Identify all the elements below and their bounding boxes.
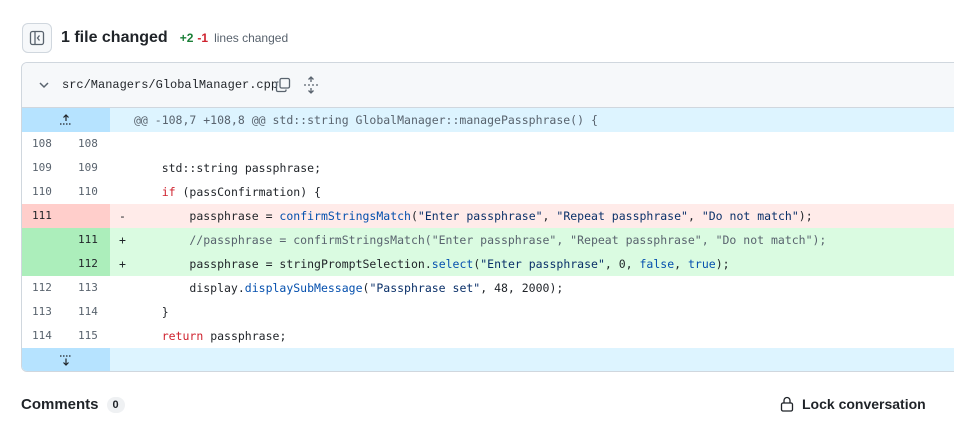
lock-icon [780, 396, 794, 412]
code-line: } [134, 305, 169, 319]
diff-line-row: 114 115 return passphrase; [22, 324, 954, 348]
diff-line-row: 110 110 if (passConfirmation) { [22, 180, 954, 204]
new-line-number[interactable] [66, 204, 110, 228]
expand-up-button[interactable] [22, 108, 110, 132]
code-line: passphrase = stringPromptSelection.selec… [189, 257, 730, 271]
diff-line-row: 112 + passphrase = stringPromptSelection.… [22, 252, 954, 276]
old-line-number[interactable] [22, 252, 66, 276]
lock-conversation-button[interactable]: Lock conversation [780, 396, 926, 412]
diff-line-row: 111 - passphrase = confirmStringsMatch("E… [22, 204, 954, 228]
diff-table: @@ -108,7 +108,8 @@ std::string GlobalMa… [22, 108, 954, 371]
comments-count-badge: 0 [106, 396, 125, 413]
expand-up-icon [60, 114, 72, 125]
old-line-number[interactable]: 110 [22, 180, 66, 204]
diff-line-row: 111 + //passphrase = confirmStringsMatch(… [22, 228, 954, 252]
sidebar-collapse-icon [29, 30, 45, 46]
new-line-number[interactable]: 108 [66, 132, 110, 156]
new-line-number[interactable]: 115 [66, 324, 110, 348]
diff-sign: + [119, 233, 126, 247]
old-line-number[interactable]: 111 [22, 204, 66, 228]
expand-down-icon [60, 355, 72, 366]
diff-sign: + [119, 257, 126, 271]
new-line-number[interactable]: 112 [66, 252, 110, 276]
code-line: display.displaySubMessage("Passphrase se… [189, 281, 564, 295]
old-line-number[interactable]: 109 [22, 156, 66, 180]
deletions-count: -1 [197, 31, 209, 45]
file-diff: src/Managers/GlobalManager.cpp @@ -108,7… [21, 62, 954, 372]
additions-count: +2 [179, 31, 194, 45]
code-line: //passphrase = confirmStringsMatch("Ente… [134, 233, 827, 247]
code-line: return passphrase; [161, 329, 287, 343]
file-header: src/Managers/GlobalManager.cpp [22, 63, 954, 108]
comments-title: Comments [21, 396, 99, 413]
files-changed-title: 1 file changed [61, 29, 168, 46]
hunk-footer-row [22, 348, 954, 371]
hunk-header-text: @@ -108,7 +108,8 @@ std::string GlobalMa… [134, 113, 598, 127]
old-line-number[interactable]: 108 [22, 132, 66, 156]
toggle-file-tree-button[interactable] [22, 23, 52, 53]
diff-line-row: 108 108 [22, 132, 954, 156]
new-line-number[interactable]: 114 [66, 300, 110, 324]
chevron-down-icon[interactable] [38, 79, 50, 91]
file-path-link[interactable]: src/Managers/GlobalManager.cpp [62, 78, 278, 92]
comments-header: Comments 0 [21, 396, 125, 413]
lines-changed-label: lines changed [214, 31, 289, 45]
diff-sign: - [119, 209, 126, 223]
new-line-number[interactable]: 109 [66, 156, 110, 180]
expand-all-icon[interactable] [303, 76, 319, 94]
new-line-number[interactable]: 111 [66, 228, 110, 252]
code-line: if (passConfirmation) { [161, 185, 321, 199]
lock-conversation-label: Lock conversation [802, 396, 926, 412]
old-line-number[interactable]: 113 [22, 300, 66, 324]
old-line-number[interactable]: 114 [22, 324, 66, 348]
diff-line-row: 109 109 std::string passphrase; [22, 156, 954, 180]
new-line-number[interactable]: 113 [66, 276, 110, 300]
old-line-number[interactable]: 112 [22, 276, 66, 300]
diff-line-row: 112 113 display.displaySubMessage("Passph… [22, 276, 954, 300]
code-line: std::string passphrase; [161, 161, 322, 175]
expand-down-button[interactable] [22, 348, 110, 371]
hunk-header-row: @@ -108,7 +108,8 @@ std::string GlobalMa… [22, 108, 954, 132]
old-line-number[interactable] [22, 228, 66, 252]
new-line-number[interactable]: 110 [66, 180, 110, 204]
diff-line-row: 113 114 } [22, 300, 954, 324]
diff-summary: 1 file changed +2 -1 lines changed [22, 22, 288, 54]
copy-icon[interactable] [275, 77, 291, 93]
code-line: passphrase = confirmStringsMatch("Enter … [189, 209, 813, 223]
